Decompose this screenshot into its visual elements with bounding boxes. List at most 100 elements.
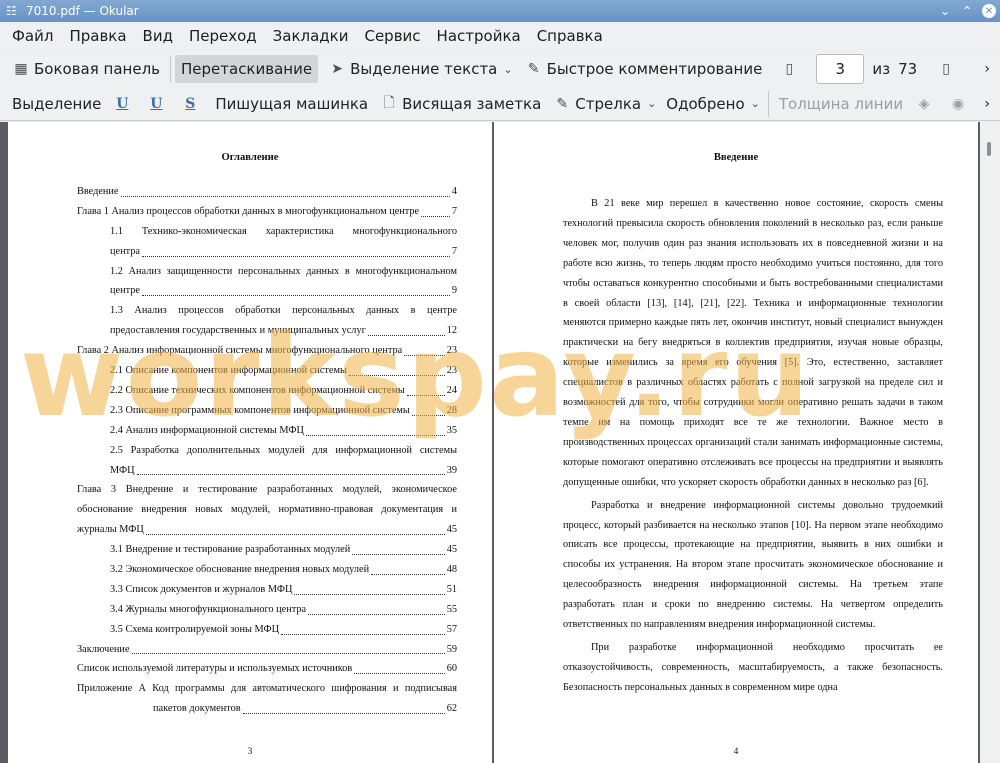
browse-tool-button[interactable]: Перетаскивание — [175, 55, 319, 83]
toc-entry[interactable]: 2.4 Анализ информационной системы МФЦ 35 — [77, 421, 457, 441]
squiggle-button[interactable]: U — [141, 90, 175, 118]
toc-entry-text: 3.2 Экономическое обоснование внедрения … — [110, 564, 370, 575]
toc-leader — [305, 434, 445, 436]
annotation-toolbar: Выделение U U S Пишущая машинка 🗋 Висяща… — [0, 87, 1000, 121]
vertical-scrollbar[interactable] — [980, 122, 1000, 763]
toolbar-overflow-icon[interactable]: › — [984, 61, 990, 77]
menu-go[interactable]: Переход — [181, 22, 265, 50]
cursor-arrow-icon: ➤ — [331, 61, 343, 77]
menu-settings[interactable]: Настройка — [429, 22, 529, 50]
close-button[interactable]: ✕ — [978, 0, 1000, 22]
toc-entry-page: 28 — [446, 404, 457, 416]
toc-entry-continued[interactable]: журналы МФЦ 45 — [77, 520, 457, 540]
toc-entry-text: Глава 3 Внедрение и тестирование разрабо… — [77, 484, 457, 496]
toc-leader — [406, 394, 445, 396]
previous-page-button[interactable]: ▯ — [774, 55, 808, 83]
toc-entry-continued[interactable]: пакетов документов 62 — [77, 699, 457, 719]
chevron-down-icon[interactable]: ⌄ — [503, 63, 512, 76]
toc-entry-continued[interactable]: предоставления государственных и муницип… — [77, 321, 457, 341]
toc-entry[interactable]: 2.1 Описание компонентов информационной … — [77, 361, 457, 381]
toc-entry-continued[interactable]: центра 7 — [77, 242, 457, 262]
toc-entry[interactable]: 1.2 Анализ защищенности персональных дан… — [77, 262, 457, 282]
menu-help[interactable]: Справка — [529, 22, 611, 50]
toc-entry[interactable]: 1.1 Технико-экономическая характеристика… — [77, 222, 457, 242]
menu-file[interactable]: Файл — [4, 22, 61, 50]
minimize-icon[interactable]: ⌄ — [934, 0, 956, 22]
toc-entry[interactable]: Введение 4 — [77, 182, 457, 202]
note-icon: 🗋 — [383, 94, 395, 111]
toc-entry-page: 45 — [446, 544, 457, 556]
toc-entry-continued[interactable]: центре 9 — [77, 281, 457, 301]
browse-tool-label: Перетаскивание — [181, 60, 313, 78]
document-view[interactable]: Оглавление Введение 4 Глава 1 Анализ проц… — [0, 122, 1000, 763]
sidebar-button[interactable]: ▦ Боковая панель — [6, 55, 166, 83]
maximize-icon[interactable]: ⌃ — [956, 0, 978, 22]
toc-entry[interactable]: Список используемой литературы и использ… — [77, 659, 457, 679]
underline-button[interactable]: U — [107, 90, 141, 118]
toc-entry[interactable]: Глава 2 Анализ информационной системы мн… — [77, 341, 457, 361]
next-page-button[interactable]: ▯ — [931, 55, 965, 83]
toc-entry[interactable]: Глава 3 Внедрение и тестирование разрабо… — [77, 480, 457, 500]
toc-entry-text: 2.3 Описание программных компонентов инф… — [110, 404, 410, 416]
pen-icon: ✎ — [527, 61, 540, 77]
color-palette-icon: ◈ — [918, 95, 930, 112]
toc-entry-text: 3.3 Список документов и журналов МФЦ — [110, 583, 293, 595]
toc-leader — [242, 713, 445, 715]
scrollbar-thumb[interactable] — [987, 142, 991, 156]
page-total-label: 73 — [898, 60, 918, 78]
toc-leader — [404, 355, 445, 357]
toc-leader — [131, 653, 445, 655]
arrow-tool-icon: ✎ — [556, 95, 569, 112]
quick-comment-button[interactable]: ✎ Быстрое комментирование — [519, 55, 769, 83]
toc-entry-text: центре — [110, 285, 140, 297]
toc-entry-continued[interactable]: МФЦ 39 — [77, 461, 457, 481]
page-body: В 21 веке мир перешел в качественно ново… — [563, 186, 943, 698]
line-width-button[interactable]: Толщина линии — [773, 90, 909, 118]
toc-entry-page: 12 — [446, 325, 457, 337]
arrow-label: Стрелка — [575, 94, 642, 113]
toc-entry[interactable]: 2.5 Разработка дополнительных модулей дл… — [77, 441, 457, 461]
toc-entry-text: МФЦ — [110, 464, 135, 476]
toc-entry-text: 2.5 Разработка дополнительных модулей дл… — [110, 444, 457, 456]
highlight-button[interactable]: Выделение — [6, 90, 107, 118]
color-button[interactable]: ◈ — [909, 90, 943, 118]
toc-entry-text: 2.2 Описание технических компонентов инф… — [110, 384, 405, 396]
toc-entry-text: Глава 2 Анализ информационной системы мн… — [77, 345, 403, 357]
chevron-down-icon[interactable]: ⌄ — [751, 97, 760, 110]
toc-entry-text: Введение — [77, 185, 119, 197]
toc-entry[interactable]: Приложение А Код программы для автоматич… — [77, 679, 457, 699]
toc-leader — [354, 673, 445, 675]
paragraph: При разработке информационной необходимо… — [563, 641, 943, 693]
menu-bookmarks[interactable]: Закладки — [265, 22, 357, 50]
note-button[interactable]: 🗋 Висящая заметка — [374, 90, 547, 118]
chevron-down-icon[interactable]: ⌄ — [647, 97, 656, 110]
toc-entry-page: 4 — [451, 185, 457, 197]
squiggle-underline-icon: U — [150, 95, 163, 112]
text-select-button[interactable]: ➤ Выделение текста ⌄ — [322, 55, 519, 83]
toc-entry[interactable]: Глава 1 Анализ процессов обработки данны… — [77, 202, 457, 222]
menu-tools[interactable]: Сервис — [356, 22, 428, 50]
toc-entry[interactable]: 3.3 Список документов и журналов МФЦ 51 — [77, 580, 457, 600]
typewriter-button[interactable]: Пишущая машинка — [209, 90, 374, 118]
toc-entry[interactable]: 3.5 Схема контролируемой зоны МФЦ 57 — [77, 620, 457, 640]
toc-entry-continued[interactable]: обоснование внедрения новых модулей, нор… — [77, 500, 457, 520]
toolbar-overflow-icon[interactable]: › — [984, 96, 990, 112]
page-number-input[interactable]: 3 — [816, 54, 865, 84]
toc-entry[interactable]: 2.3 Описание программных компонентов инф… — [77, 401, 457, 421]
strikeout-button[interactable]: S — [175, 90, 209, 118]
toc-entry[interactable]: 2.2 Описание технических компонентов инф… — [77, 381, 457, 401]
toc-entry[interactable]: Заключение 59 — [77, 640, 457, 660]
toolbar-separator — [767, 90, 769, 117]
arrow-button[interactable]: ✎ Стрелка ⌄ — [547, 90, 662, 118]
toc-entry[interactable]: 1.3 Анализ процессов обработки персональ… — [77, 301, 457, 321]
toc-entry[interactable]: 3.1 Внедрение и тестирование разработанн… — [77, 540, 457, 560]
stamp-button[interactable]: Одобрено ⌄ — [662, 90, 764, 118]
toc-entry-text: Список используемой литературы и использ… — [77, 663, 353, 675]
page-number: 3 — [247, 747, 253, 757]
menu-edit[interactable]: Правка — [61, 22, 134, 50]
toc-entry[interactable]: 3.2 Экономическое обоснование внедрения … — [77, 560, 457, 580]
toc-entry[interactable]: 3.4 Журналы многофункционального центра 5… — [77, 600, 457, 620]
toc-entry-text: 2.4 Анализ информационной системы МФЦ — [110, 424, 304, 436]
menu-view[interactable]: Вид — [135, 22, 181, 50]
fill-button[interactable]: ◉ — [943, 90, 977, 118]
